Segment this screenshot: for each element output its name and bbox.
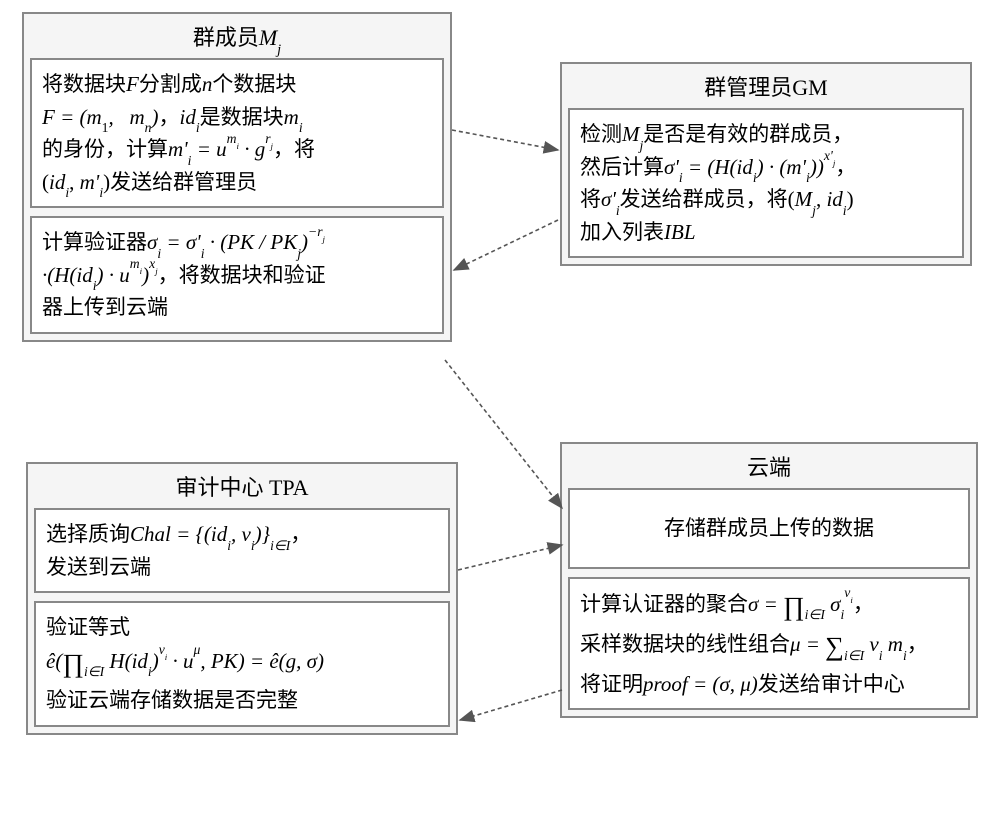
group-member-box: 群成员Mj 将数据块F分割成n个数据块 F = (m1, mn)，idi是数据块… [22, 12, 452, 342]
t: 是数据块 [200, 105, 284, 129]
t: 加入列表 [580, 220, 664, 244]
tpa-title: 审计中心 TPA [34, 470, 450, 502]
t: 验证等式 [46, 615, 130, 639]
t: ，将 [273, 137, 315, 161]
t: 验证云端存储数据是否完整 [46, 688, 298, 712]
group-manager-box: 群管理员GM 检测Mj是否是有效的群成员， 然后计算σ'i = (H(idi) … [560, 62, 972, 266]
t: 发送给审计中心 [758, 672, 905, 696]
tpa-step1: 选择质询Chal = {(idi, vi)}i∈I， 发送到云端 [34, 508, 450, 593]
t: 器上传到云端 [42, 295, 168, 319]
t: 将 [580, 187, 601, 211]
t: 选择质询 [46, 522, 130, 546]
arrow-member-to-cloud [445, 360, 562, 508]
cloud-step1: 存储群成员上传的数据 [568, 488, 970, 569]
t: 将证明 [580, 672, 643, 696]
arrow-gm-to-member [454, 220, 558, 270]
t: 的身份，计算 [42, 137, 168, 161]
member-step1: 将数据块F分割成n个数据块 F = (m1, mn)，idi是数据块mi 的身份… [30, 58, 444, 208]
t: 检测 [580, 122, 622, 146]
arrow-cloud-to-tpa [460, 690, 562, 720]
arrow-tpa-to-cloud [458, 545, 562, 570]
t: 个数据块 [212, 72, 296, 96]
t: ， [835, 155, 856, 179]
gm-step1: 检测Mj是否是有效的群成员， 然后计算σ'i = (H(idi) · (m'i)… [568, 108, 964, 258]
t: ， [290, 522, 311, 546]
t: 采样数据块的线性组合 [580, 632, 790, 656]
t: 然后计算 [580, 155, 664, 179]
arrow-member-to-gm [452, 130, 558, 150]
cloud-title: 云端 [568, 450, 970, 482]
t: ，将数据块和验证 [158, 263, 326, 287]
t: 发送到云端 [46, 555, 151, 579]
cloud-box: 云端 存储群成员上传的数据 计算认证器的聚合σ = ∏i∈I σivi， 采样数… [560, 442, 978, 718]
t: 发送给群管理员 [110, 170, 257, 194]
t: 分割成 [139, 72, 202, 96]
t: ， [907, 632, 928, 656]
t: 将数据块 [42, 72, 126, 96]
t: 发送给群成员，将 [620, 187, 788, 211]
group-manager-title: 群管理员GM [568, 70, 964, 102]
t: 计算认证器的聚合 [580, 592, 748, 616]
t: 是否是有效的群成员， [643, 122, 853, 146]
t: 计算验证器 [42, 230, 147, 254]
member-step2: 计算验证器σi = σ'i · (PK / PKj)−rj ·(H(idi) ·… [30, 216, 444, 334]
cloud-step2: 计算认证器的聚合σ = ∏i∈I σivi， 采样数据块的线性组合μ = ∑i∈… [568, 577, 970, 711]
group-member-title: 群成员Mj [30, 20, 444, 52]
t: ， [853, 592, 874, 616]
t: 存储群成员上传的数据 [664, 516, 874, 540]
tpa-box: 审计中心 TPA 选择质询Chal = {(idi, vi)}i∈I， 发送到云… [26, 462, 458, 735]
tpa-step2: 验证等式 ê(∏i∈I H(idi)vi · uμ, PK) = ê(g, σ)… [34, 601, 450, 727]
